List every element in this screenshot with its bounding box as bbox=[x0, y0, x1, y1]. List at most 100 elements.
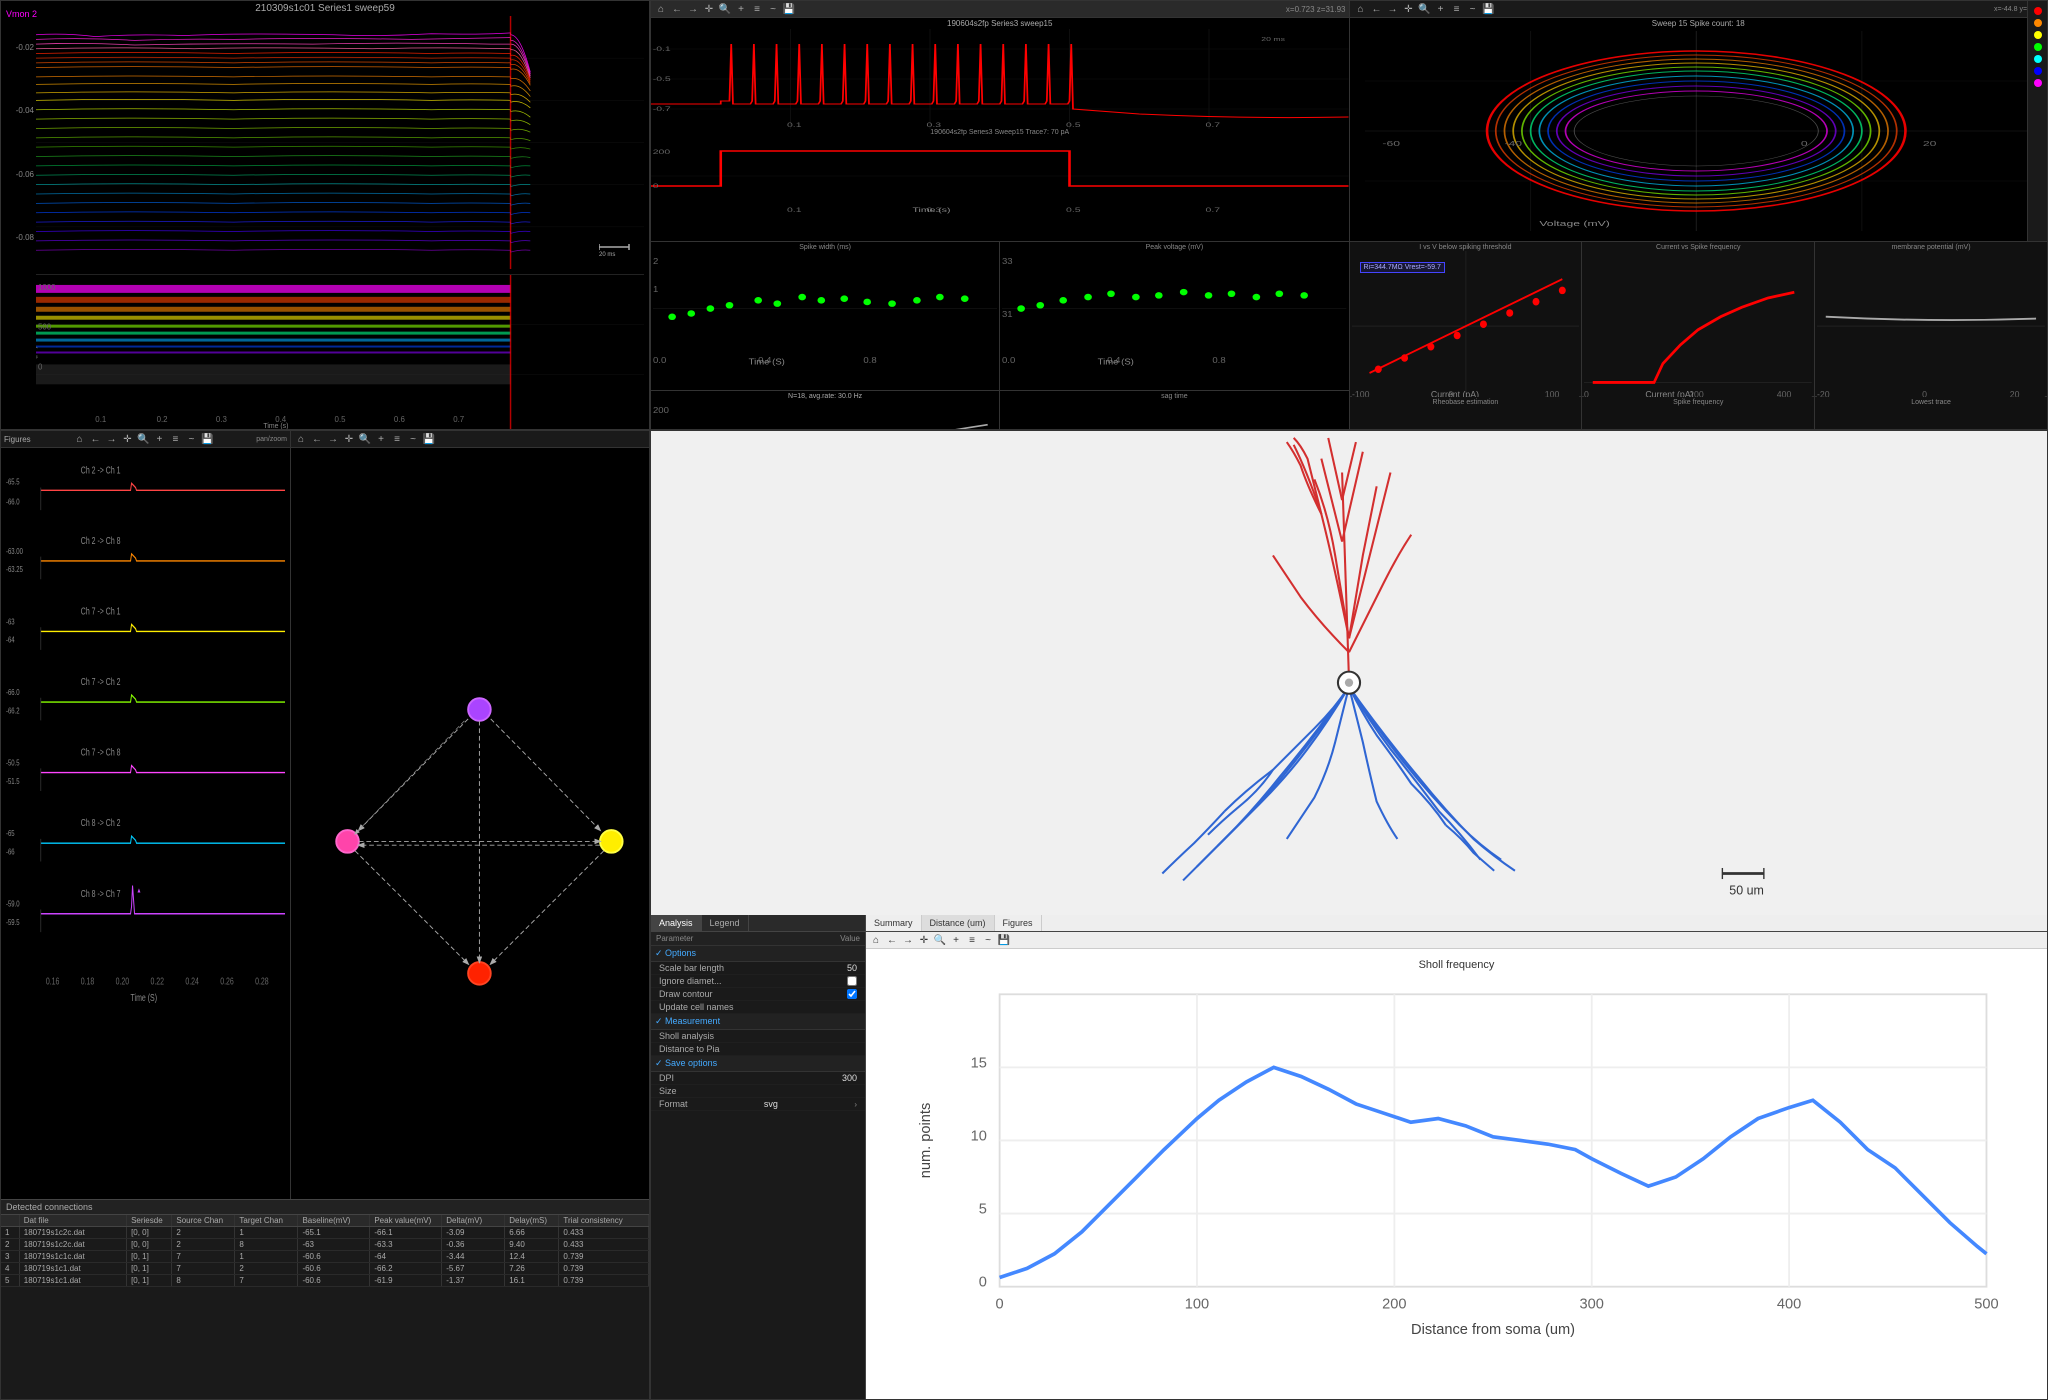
update-cell-names-row[interactable]: Update cell names bbox=[651, 1001, 865, 1014]
phase-plot[interactable]: 20 0 -40 -60 Voltage (mV) bbox=[1365, 31, 2028, 231]
add-icon[interactable]: + bbox=[734, 2, 748, 16]
save-icon-3[interactable]: 💾 bbox=[200, 432, 214, 446]
add-icon-sholl[interactable]: + bbox=[949, 933, 963, 947]
options-header[interactable]: ✓ Options bbox=[651, 946, 865, 962]
save-icon[interactable]: 💾 bbox=[782, 2, 796, 16]
zoom-icon-sholl[interactable]: 🔍 bbox=[933, 933, 947, 947]
table-row[interactable]: 2 180719s1c2c.dat [0, 0] 2 8 -63 -63.3 -… bbox=[1, 1239, 649, 1251]
wave-icon[interactable]: ~ bbox=[766, 2, 780, 16]
menu-icon-sholl[interactable]: ≡ bbox=[965, 933, 979, 947]
home-icon-2[interactable]: ⌂ bbox=[1354, 2, 1368, 16]
crosshair-icon[interactable]: ✛ bbox=[702, 2, 716, 16]
add-icon-2[interactable]: + bbox=[1434, 2, 1448, 16]
traces-all-svg[interactable]: Ch 2 -> Ch 1 -65.5 -66.0 Ch 2 -> Ch 8 -6… bbox=[1, 448, 290, 1196]
tab-legend[interactable]: Legend bbox=[702, 915, 749, 931]
measurement-header[interactable]: ✓ Measurement bbox=[651, 1014, 865, 1030]
peak-voltage-plot[interactable]: Peak voltage (mV) bbox=[1000, 242, 1348, 390]
home-icon-4[interactable]: ⌂ bbox=[294, 432, 308, 446]
network-svg[interactable] bbox=[291, 448, 649, 1199]
draw-contour-checkbox[interactable] bbox=[847, 989, 857, 999]
tab-distance[interactable]: Distance (um) bbox=[922, 915, 995, 931]
fi-plot[interactable]: Current vs Spike frequency 0 200 400 Cur… bbox=[1582, 242, 1814, 396]
morphology-svg[interactable]: 50 um bbox=[651, 431, 2047, 915]
back-icon-3[interactable]: ← bbox=[88, 432, 102, 446]
spike-width-plot[interactable]: Spike width (ms) bbox=[651, 242, 999, 390]
zoom-icon-4[interactable]: 🔍 bbox=[358, 432, 372, 446]
tab-figures[interactable]: Figures bbox=[995, 915, 1042, 931]
tab-analysis[interactable]: Analysis bbox=[651, 915, 702, 931]
menu-icon-3[interactable]: ≡ bbox=[168, 432, 182, 446]
menu-icon-2[interactable]: ≡ bbox=[1450, 2, 1464, 16]
crosshair-icon-2[interactable]: ✛ bbox=[1402, 2, 1416, 16]
sweep-dot-4[interactable] bbox=[2034, 43, 2042, 51]
sholl-title: Sholl frequency bbox=[876, 959, 2037, 971]
zoom-icon-2[interactable]: 🔍 bbox=[1418, 2, 1432, 16]
save-icon-sholl[interactable]: 💾 bbox=[997, 933, 1011, 947]
lowest-trace-plot[interactable]: Lowest trace 0.5 1.0 1.5 Time (s) bbox=[1815, 397, 2047, 430]
forward-icon-3[interactable]: → bbox=[104, 432, 118, 446]
forward-icon-sholl[interactable]: → bbox=[901, 933, 915, 947]
back-icon[interactable]: ← bbox=[670, 2, 684, 16]
forward-icon[interactable]: → bbox=[686, 2, 700, 16]
save-icon-2[interactable]: 💾 bbox=[1482, 2, 1496, 16]
sweep-dot-7[interactable] bbox=[2034, 79, 2042, 87]
save-options-header[interactable]: ✓ Save options bbox=[651, 1056, 865, 1072]
sholl-chart[interactable]: Sholl frequency bbox=[866, 949, 2047, 1399]
iv-plot[interactable]: I vs V below spiking threshold Ri=344.7M… bbox=[1350, 242, 1582, 396]
add-icon-4[interactable]: + bbox=[374, 432, 388, 446]
wave-icon-4[interactable]: ~ bbox=[406, 432, 420, 446]
forward-icon-2[interactable]: → bbox=[1386, 2, 1400, 16]
zoom-icon-3[interactable]: 🔍 bbox=[136, 432, 150, 446]
current-traces[interactable]: 0.1 0.2 0.3 0.4 0.5 0.6 0.7 1000 500 0 C… bbox=[36, 274, 644, 429]
spike-freq-title: Spike frequency bbox=[1584, 399, 1812, 406]
tr-right-toolbar: ⌂ ← → ✛ 🔍 + ≡ ~ 💾 x=-44.8 y=-67.2 bbox=[1350, 1, 2048, 18]
tr-top-voltage-plot[interactable]: -0.1 -0.5 -0.7 0.1 0.3 0.5 0.7 20 ms bbox=[651, 29, 1349, 129]
tab-summary[interactable]: Summary bbox=[866, 915, 922, 931]
sweep-dot-6[interactable] bbox=[2034, 67, 2042, 75]
home-icon[interactable]: ⌂ bbox=[654, 2, 668, 16]
sweep-dot-3[interactable] bbox=[2034, 31, 2042, 39]
sweep-dot-1[interactable] bbox=[2034, 7, 2042, 15]
crosshair-icon-3[interactable]: ✛ bbox=[120, 432, 134, 446]
ignore-diam-checkbox[interactable] bbox=[847, 976, 857, 986]
membrane-plot[interactable]: membrane potential (mV) -20 0 20 bbox=[1815, 242, 2047, 396]
main-traces[interactable] bbox=[36, 16, 644, 269]
table-row[interactable]: 1 180719s1c2c.dat [0, 0] 2 1 -65.1 -66.1… bbox=[1, 1227, 649, 1239]
sag-plot[interactable]: sag time 0.5 1.0 Time (s) bbox=[1000, 391, 1348, 430]
add-icon-3[interactable]: + bbox=[152, 432, 166, 446]
table-row[interactable]: 4 180719s1c1.dat [0, 1] 7 2 -60.6 -66.2 … bbox=[1, 1263, 649, 1275]
distance-to-pia-row[interactable]: Distance to Pia bbox=[651, 1043, 865, 1056]
back-icon-sholl[interactable]: ← bbox=[885, 933, 899, 947]
spike-freq-plot[interactable]: Spike frequency 0 50 100 bbox=[1582, 397, 1814, 430]
menu-icon-4[interactable]: ≡ bbox=[390, 432, 404, 446]
wave-icon-3[interactable]: ~ bbox=[184, 432, 198, 446]
home-icon-3[interactable]: ⌂ bbox=[72, 432, 86, 446]
sholl-chart-area: Summary Distance (um) Figures ⌂ ← → ✛ 🔍 … bbox=[866, 915, 2047, 1399]
rheobase-plot[interactable]: Rheobase estimation Rheobase: 10.0 pA 0 … bbox=[1350, 397, 1582, 430]
table-row[interactable]: 5 180719s1c1.dat [0, 1] 8 7 -60.6 -61.9 … bbox=[1, 1275, 649, 1287]
svg-text:0.5: 0.5 bbox=[1066, 206, 1081, 213]
crosshair-icon-4[interactable]: ✛ bbox=[342, 432, 356, 446]
format-dropdown-icon[interactable]: › bbox=[854, 1100, 857, 1109]
isi-plot[interactable]: N=18, avg.rate: 30.0 Hz -4 0 2 200 -50 V… bbox=[651, 391, 999, 430]
menu-icon[interactable]: ≡ bbox=[750, 2, 764, 16]
zoom-icon[interactable]: 🔍 bbox=[718, 2, 732, 16]
svg-text:-66: -66 bbox=[6, 846, 15, 856]
svg-text:Distance from soma (um): Distance from soma (um) bbox=[1411, 1322, 1575, 1338]
back-icon-4[interactable]: ← bbox=[310, 432, 324, 446]
scale-bar-value: 50 bbox=[847, 963, 857, 973]
sweep-dot-2[interactable] bbox=[2034, 19, 2042, 27]
tr-bottom-current-plot[interactable]: 200 0 0.1 0.3 0.5 0.7 Time (s) bbox=[651, 136, 1349, 216]
crosshair-icon-sholl[interactable]: ✛ bbox=[917, 933, 931, 947]
save-icon-4[interactable]: 💾 bbox=[422, 432, 436, 446]
tr-bottom-left: Spike width (ms) bbox=[651, 242, 1349, 430]
table-row[interactable]: 3 180719s1c1c.dat [0, 1] 7 1 -60.6 -64 -… bbox=[1, 1251, 649, 1263]
home-icon-sholl[interactable]: ⌂ bbox=[869, 933, 883, 947]
wave-icon-2[interactable]: ~ bbox=[1466, 2, 1480, 16]
sholl-analysis-row[interactable]: Sholl analysis bbox=[651, 1030, 865, 1043]
back-icon-2[interactable]: ← bbox=[1370, 2, 1384, 16]
wave-icon-sholl[interactable]: ~ bbox=[981, 933, 995, 947]
svg-text:31: 31 bbox=[1002, 309, 1013, 318]
forward-icon-4[interactable]: → bbox=[326, 432, 340, 446]
sweep-dot-5[interactable] bbox=[2034, 55, 2042, 63]
